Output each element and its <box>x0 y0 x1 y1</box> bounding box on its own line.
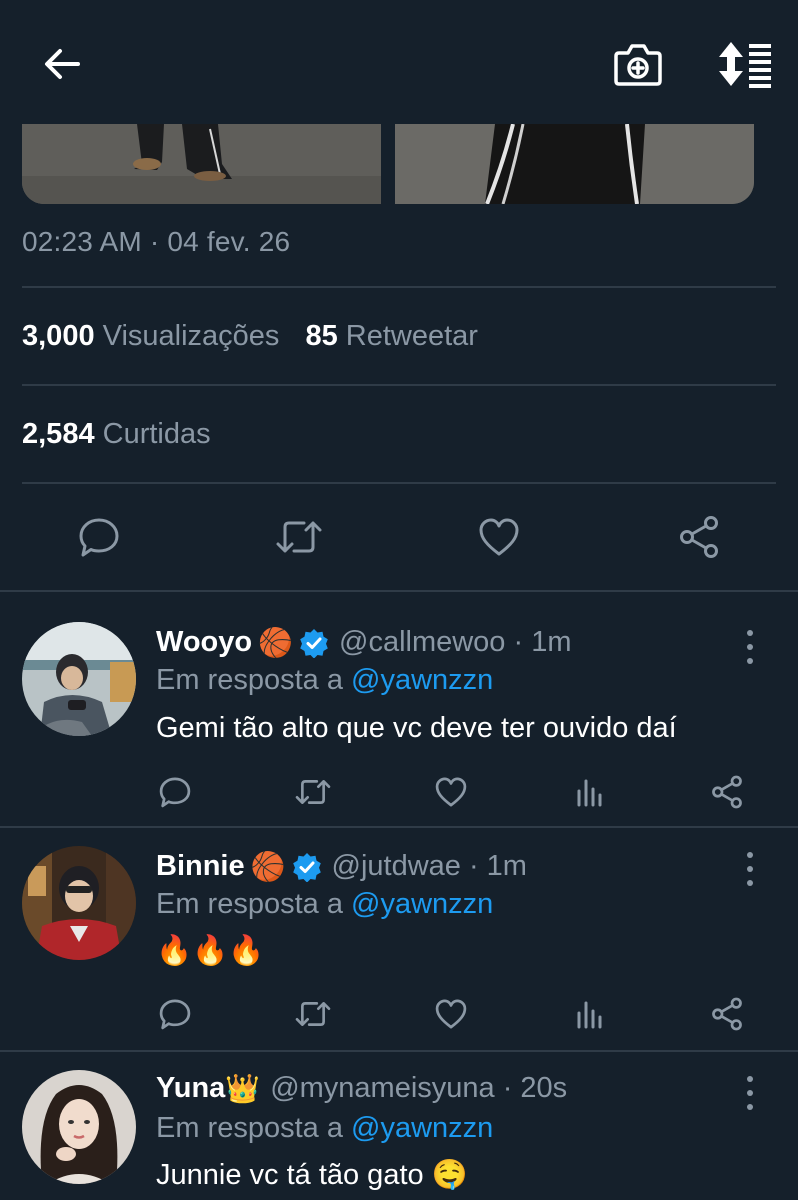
verified-badge-icon <box>299 628 329 658</box>
divider <box>22 286 776 288</box>
sort-list-icon <box>719 42 771 88</box>
retweet-icon <box>295 1002 331 1026</box>
replying-prefix: Em resposta a <box>156 664 343 696</box>
tweet-timestamp: 02:23 AM · 04 fev. 26 <box>22 226 291 257</box>
reply-icon <box>159 777 191 808</box>
reply-icon <box>79 518 119 557</box>
retweet-button[interactable] <box>293 994 333 1034</box>
retweets-stat[interactable]: 85 Retweetar <box>305 320 478 352</box>
arrow-left-icon <box>45 49 80 79</box>
reply-button[interactable] <box>155 994 195 1034</box>
sort-button[interactable] <box>712 36 778 92</box>
reply-button[interactable] <box>72 510 126 564</box>
tweet-image-2[interactable] <box>395 124 754 204</box>
analytics-bars-icon <box>577 779 602 807</box>
replying-prefix: Em resposta a <box>156 888 343 920</box>
more-options-icon[interactable] <box>738 1076 762 1110</box>
reply-header: Wooyo 🏀 @callmewoo · 1m <box>156 626 572 659</box>
stats-views-retweets: 3,000 Visualizações 85 Retweetar <box>22 320 478 353</box>
replying-to: Em resposta a @yawnzzn <box>156 664 493 697</box>
replying-prefix: Em resposta a <box>156 1112 343 1144</box>
analytics-bars-icon <box>577 1001 602 1029</box>
display-name[interactable]: Wooyo <box>156 626 252 659</box>
analytics-button[interactable] <box>569 772 609 812</box>
retweet-button[interactable] <box>272 510 326 564</box>
reply-actions <box>0 772 798 812</box>
display-name[interactable]: Yuna <box>156 1072 225 1105</box>
crown-emoji: 👑 <box>225 1073 261 1104</box>
reply-item[interactable]: Wooyo 🏀 @callmewoo · 1m Em resposta a @y… <box>0 592 798 826</box>
tweet-media[interactable] <box>22 124 754 204</box>
heart-icon <box>479 518 519 556</box>
display-name[interactable]: Binnie <box>156 850 245 883</box>
retweets-label: Retweetar <box>345 320 478 352</box>
reply-header: Yuna 👑 @mynameisyuna · 20s <box>156 1072 567 1105</box>
more-options-icon[interactable] <box>738 630 762 664</box>
likes-label: Curtidas <box>102 418 211 450</box>
more-options-icon[interactable] <box>738 852 762 886</box>
reply-text: Gemi tão alto que vc deve ter ouvido daí <box>156 712 677 744</box>
back-button[interactable] <box>36 38 88 90</box>
avatar[interactable] <box>22 622 136 736</box>
avatar[interactable] <box>22 1070 136 1184</box>
heart-icon <box>435 777 467 807</box>
likes-stat[interactable]: 2,584 Curtidas <box>22 418 211 451</box>
views-count: 3,000 <box>22 320 95 352</box>
mention-link[interactable]: @yawnzzn <box>351 1112 493 1144</box>
share-icon <box>712 997 742 1031</box>
analytics-button[interactable] <box>569 994 609 1034</box>
reply-text: Junnie vc tá tão gato 🤤 <box>156 1159 468 1191</box>
mention-link[interactable]: @yawnzzn <box>351 664 493 696</box>
reply-actions <box>0 994 798 1034</box>
replying-to: Em resposta a @yawnzzn <box>156 888 493 921</box>
handle-and-time: @jutdwae · 1m <box>331 850 527 882</box>
basketball-emoji: 🏀 <box>258 627 293 658</box>
like-button[interactable] <box>472 510 526 564</box>
reply-button[interactable] <box>155 772 195 812</box>
retweets-count: 85 <box>305 320 338 352</box>
reply-text: 🔥🔥🔥 <box>156 935 265 967</box>
share-button[interactable] <box>672 510 726 564</box>
views-label: Visualizações <box>102 320 280 352</box>
handle-and-time: @mynameisyuna · 20s <box>270 1072 568 1104</box>
basketball-emoji: 🏀 <box>250 851 286 882</box>
share-button[interactable] <box>707 994 747 1034</box>
like-button[interactable] <box>431 994 471 1034</box>
camera-plus-icon <box>614 44 662 86</box>
retweet-icon <box>276 521 322 553</box>
divider <box>22 384 776 386</box>
reply-item[interactable]: Binnie 🏀 @jutdwae · 1m Em resposta a @ya… <box>0 828 798 1050</box>
heart-icon <box>435 999 467 1029</box>
like-button[interactable] <box>431 772 471 812</box>
share-icon <box>712 775 742 809</box>
likes-count: 2,584 <box>22 418 95 450</box>
top-bar <box>0 0 798 124</box>
share-icon <box>680 516 718 558</box>
tweet-actions <box>0 510 798 564</box>
camera-button[interactable] <box>608 36 668 92</box>
reply-header: Binnie 🏀 @jutdwae · 1m <box>156 850 527 883</box>
divider <box>22 482 776 484</box>
reply-icon <box>159 999 191 1030</box>
avatar[interactable] <box>22 846 136 960</box>
views-stat[interactable]: 3,000 Visualizações <box>22 320 279 352</box>
tweet-image-1[interactable] <box>22 124 381 204</box>
mention-link[interactable]: @yawnzzn <box>351 888 493 920</box>
retweet-icon <box>295 780 331 804</box>
reply-item[interactable]: Yuna 👑 @mynameisyuna · 20s Em resposta a… <box>0 1052 798 1200</box>
handle-and-time: @callmewoo · 1m <box>339 626 572 658</box>
retweet-button[interactable] <box>293 772 333 812</box>
verified-badge-icon <box>292 852 322 882</box>
replying-to: Em resposta a @yawnzzn <box>156 1112 493 1145</box>
share-button[interactable] <box>707 772 747 812</box>
